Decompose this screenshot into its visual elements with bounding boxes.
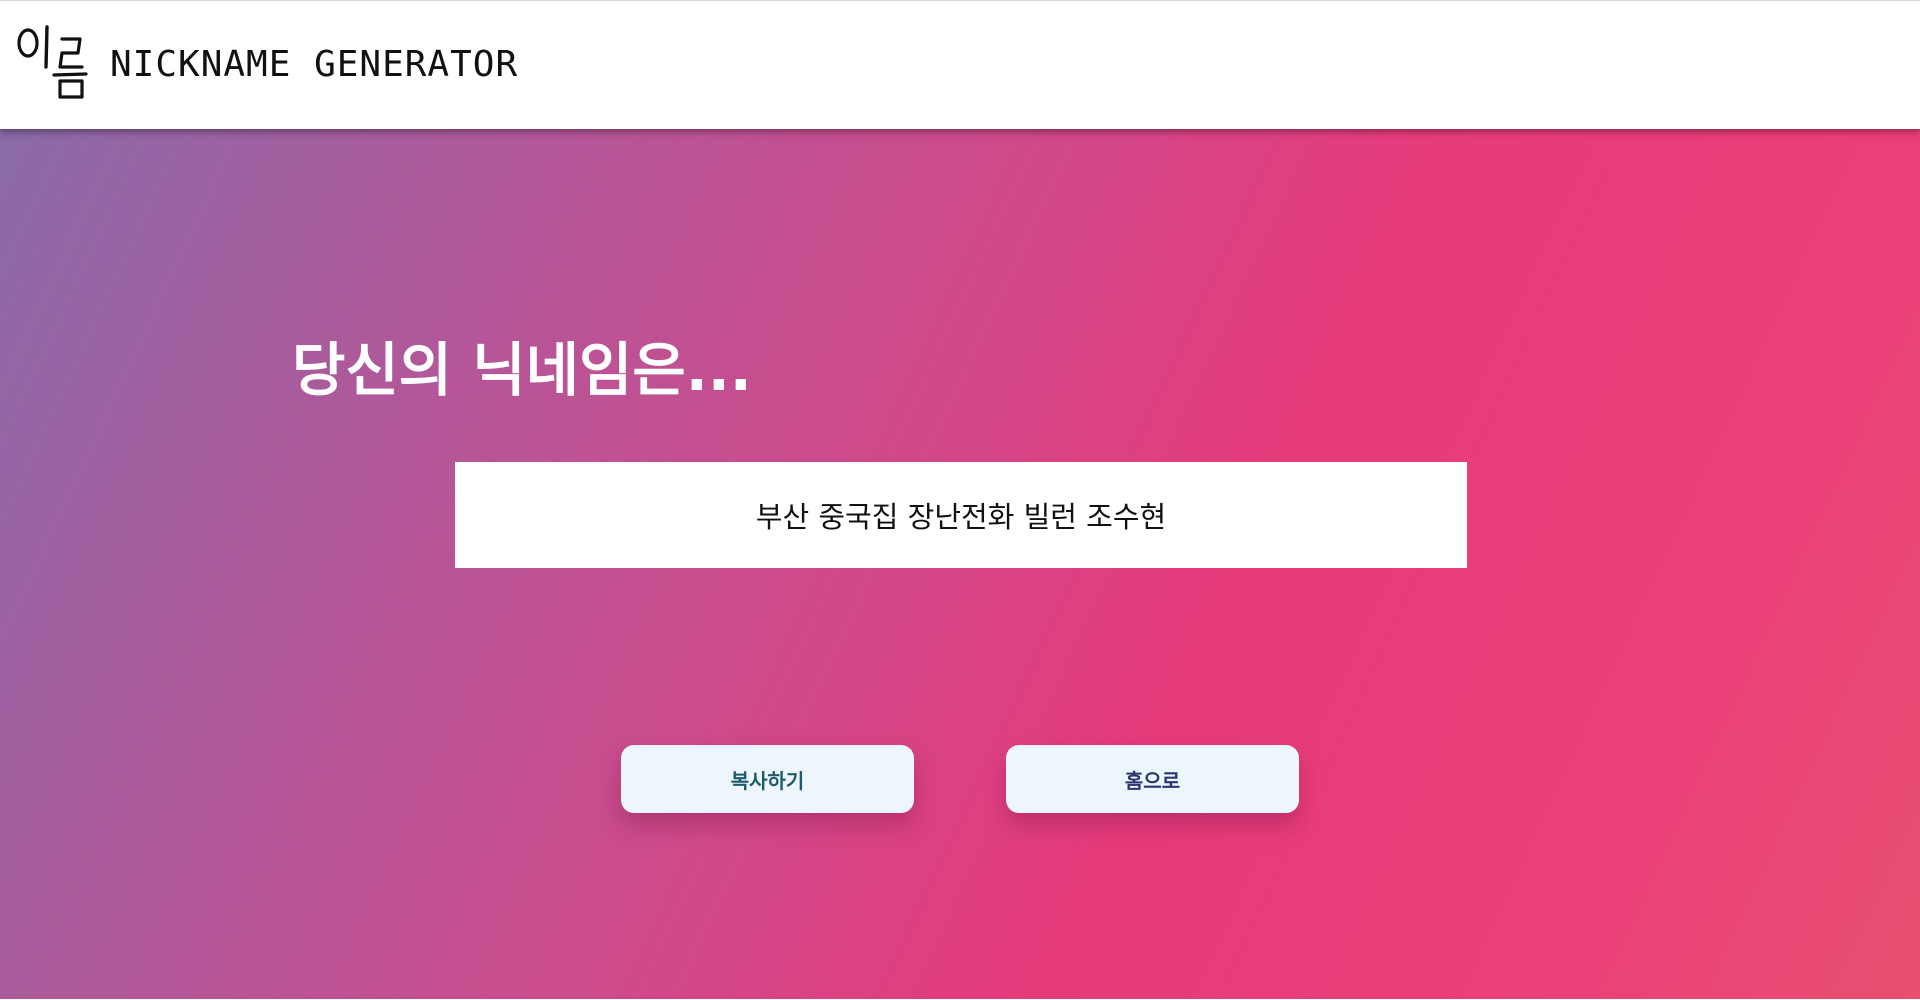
- nickname-result-text: 부산 중국집 장난전화 빌런 조수현: [755, 500, 1167, 534]
- result-heading: 당신의 닉네임은...: [292, 336, 752, 404]
- top-header: NICKNAME GENERATOR: [0, 0, 1920, 129]
- site-title[interactable]: NICKNAME GENERATOR: [110, 44, 518, 85]
- copy-button[interactable]: 복사하기: [621, 745, 914, 813]
- result-section: 당신의 닉네임은... 부산 중국집 장난전화 빌런 조수현 복사하기 홈으로: [0, 129, 1920, 999]
- nickname-result-box: 부산 중국집 장난전화 빌런 조수현: [455, 462, 1467, 568]
- home-button[interactable]: 홈으로: [1006, 745, 1299, 813]
- logo[interactable]: [14, 23, 88, 99]
- logo-icon: [17, 25, 88, 99]
